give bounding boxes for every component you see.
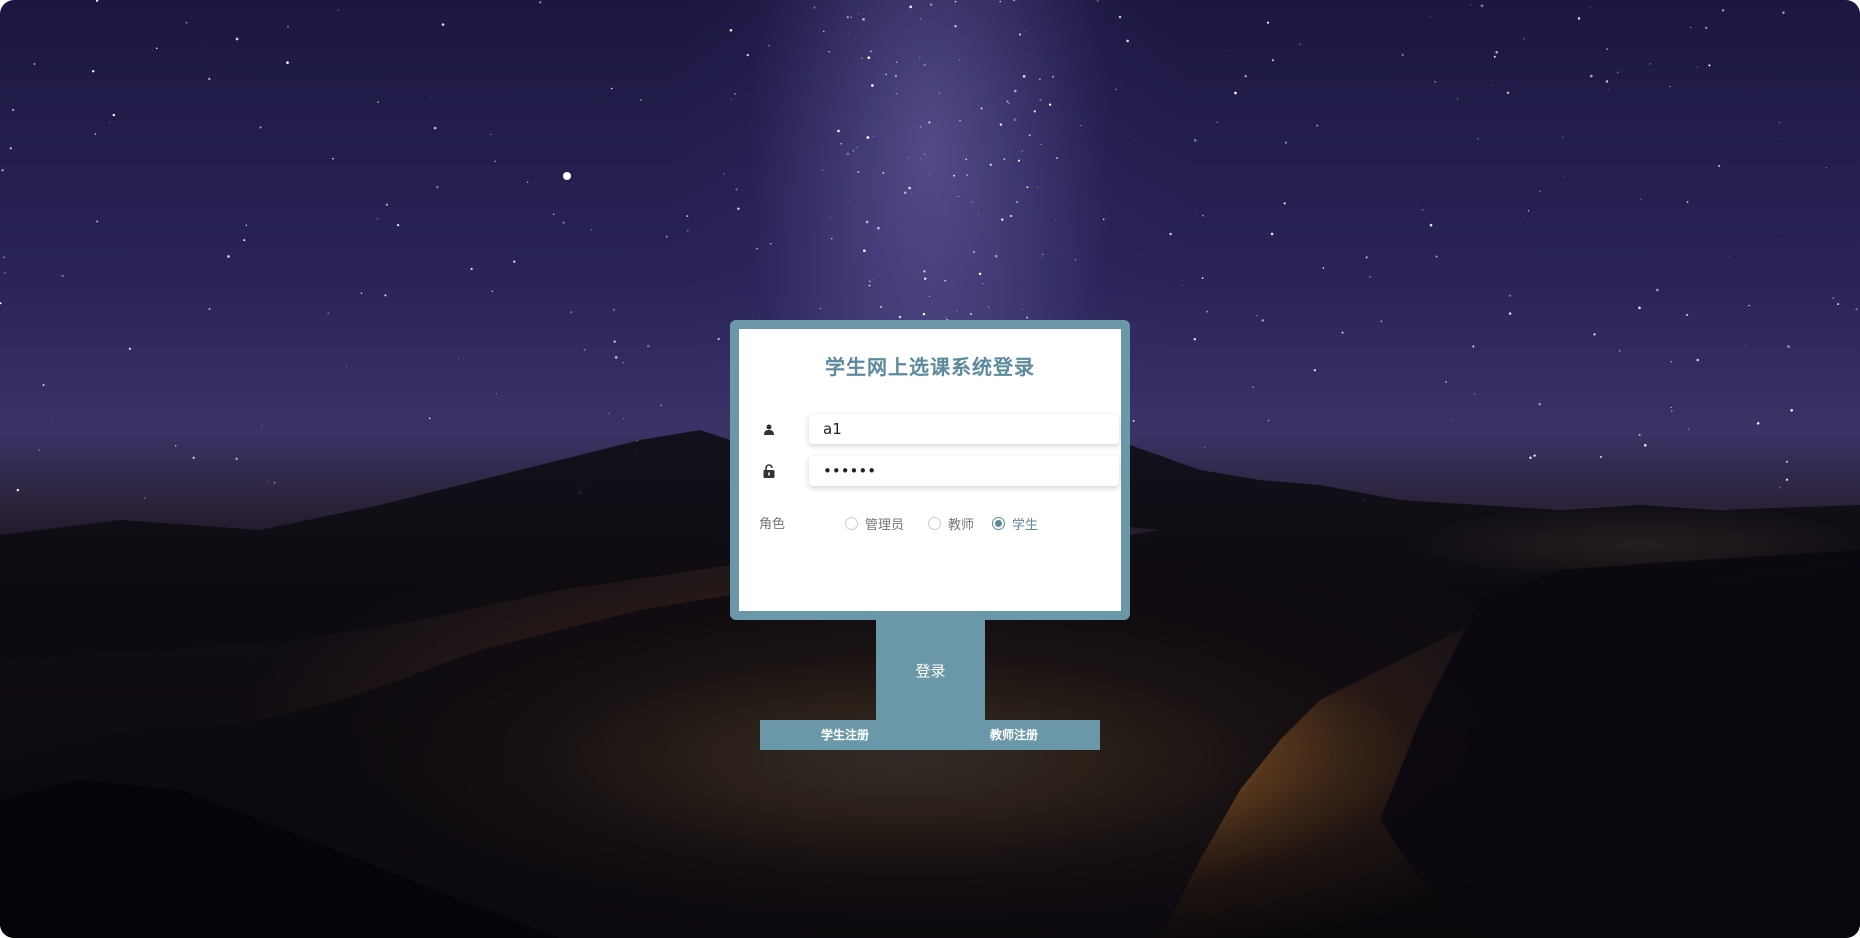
role-selector: 角色 管理员 教师 学生 bbox=[759, 511, 1099, 533]
student-register-link[interactable]: 学生注册 bbox=[821, 720, 869, 750]
radio-circle[interactable] bbox=[845, 517, 858, 530]
role-option-teacher[interactable]: 教师 bbox=[928, 514, 974, 533]
register-bar: 学生注册 教师注册 bbox=[760, 720, 1100, 750]
password-input[interactable] bbox=[809, 456, 1119, 486]
password-row bbox=[759, 456, 1119, 486]
radio-circle[interactable] bbox=[992, 517, 1005, 530]
role-option-student[interactable]: 学生 bbox=[992, 514, 1038, 533]
username-input[interactable] bbox=[809, 414, 1119, 444]
teacher-register-link[interactable]: 教师注册 bbox=[990, 720, 1038, 750]
login-button[interactable]: 登录 bbox=[876, 620, 985, 720]
user-icon bbox=[759, 421, 779, 437]
role-option-label: 管理员 bbox=[865, 518, 905, 533]
radio-circle[interactable] bbox=[928, 517, 941, 530]
login-panel: 学生网上选课系统登录 角色 bbox=[730, 320, 1130, 620]
role-option-label: 教师 bbox=[948, 518, 975, 533]
role-option-admin[interactable]: 管理员 bbox=[845, 514, 904, 533]
page-title: 学生网上选课系统登录 bbox=[825, 355, 1035, 379]
role-option-label: 学生 bbox=[1012, 518, 1039, 533]
lock-icon bbox=[759, 463, 779, 479]
login-panel-body: 学生网上选课系统登录 角色 bbox=[739, 329, 1121, 611]
username-row bbox=[759, 414, 1119, 444]
role-label: 角色 bbox=[759, 517, 786, 532]
